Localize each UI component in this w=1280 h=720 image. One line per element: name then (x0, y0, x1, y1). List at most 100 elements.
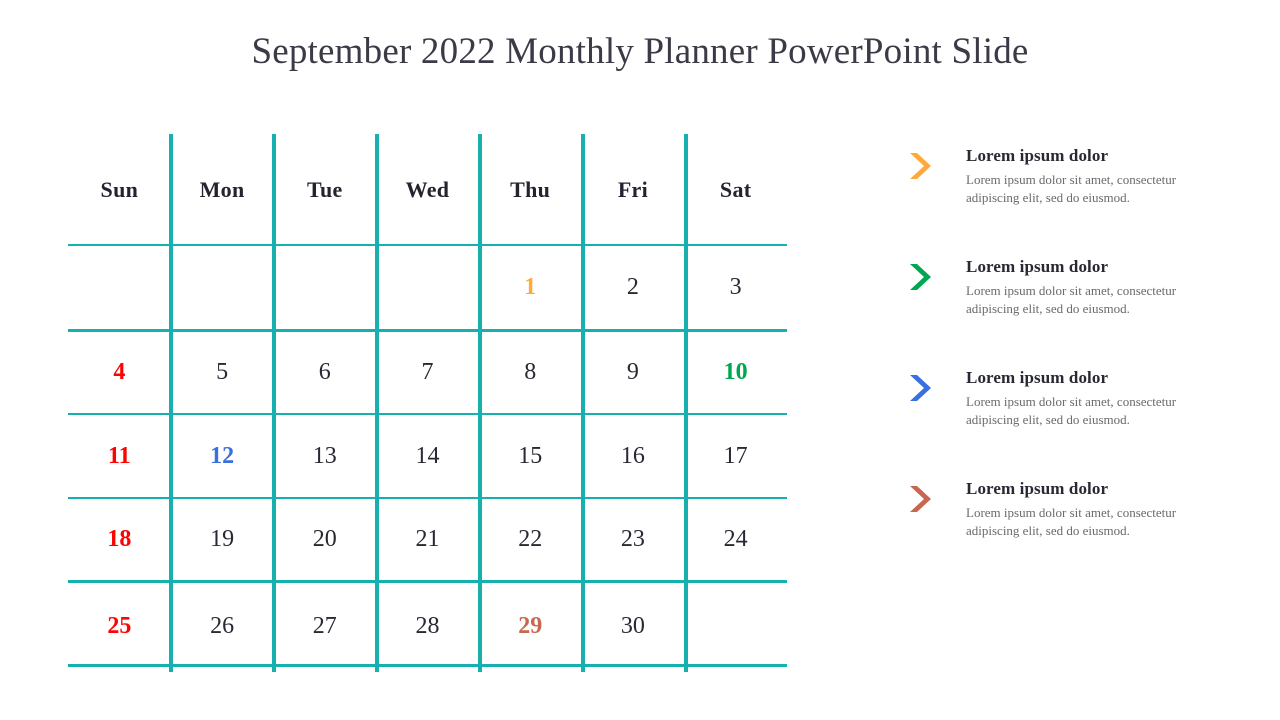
note-item[interactable]: Lorem ipsum dolor Lorem ipsum dolor sit … (903, 479, 1233, 551)
note-body: Lorem ipsum dolor sit amet, consectetur … (966, 505, 1177, 538)
calendar-day-cell[interactable]: 4 (68, 330, 171, 414)
note-item[interactable]: Lorem ipsum dolor Lorem ipsum dolor sit … (903, 146, 1233, 218)
calendar-day-cell[interactable] (273, 245, 376, 330)
monthly-calendar: Sun Mon Tue Wed Thu Fri Sat 1 2 3 4 5 6 … (68, 134, 787, 672)
day-number: 1 (524, 274, 537, 300)
note-item[interactable]: Lorem ipsum dolor Lorem ipsum dolor sit … (903, 257, 1233, 329)
calendar-day-cell[interactable]: 2 (582, 245, 685, 330)
note-title: Lorem ipsum dolor (966, 479, 1109, 498)
calendar-day-cell[interactable]: 21 (376, 498, 479, 581)
day-number: 2 (626, 274, 639, 300)
weekday-label: Sat (719, 176, 752, 202)
chevron-right-icon (908, 262, 934, 292)
calendar-header-wed: Wed (376, 134, 479, 245)
notes-list: Lorem ipsum dolor Lorem ipsum dolor sit … (903, 146, 1233, 551)
chevron-right-icon (908, 151, 934, 181)
day-number: 19 (210, 526, 235, 552)
day-number: 8 (524, 358, 537, 385)
weekday-label: Tue (307, 176, 343, 202)
day-number: 4 (113, 358, 126, 385)
calendar-day-cell[interactable]: 25 (68, 581, 171, 672)
calendar-day-cell[interactable]: 15 (479, 414, 582, 498)
calendar-day-cell[interactable]: 12 (171, 414, 274, 498)
weekday-label: Fri (617, 176, 649, 202)
note-body: Lorem ipsum dolor sit amet, consectetur … (966, 283, 1177, 316)
calendar-day-cell[interactable]: 14 (376, 414, 479, 498)
page-title: September 2022 Monthly Planner PowerPoin… (251, 31, 1029, 72)
note-title: Lorem ipsum dolor (966, 257, 1109, 276)
note-body: Lorem ipsum dolor sit amet, consectetur … (966, 172, 1177, 205)
calendar-day-cell[interactable]: 16 (582, 414, 685, 498)
calendar-day-cell[interactable]: 10 (684, 330, 787, 414)
calendar-day-cell[interactable]: 8 (479, 330, 582, 414)
calendar-day-cell[interactable]: 1 (479, 245, 582, 330)
day-number: 17 (723, 442, 748, 469)
calendar-day-cell[interactable]: 7 (376, 330, 479, 414)
weekday-label: Thu (510, 176, 551, 202)
day-number: 12 (210, 442, 235, 469)
calendar-day-cell[interactable] (171, 245, 274, 330)
calendar-day-cell[interactable] (68, 245, 171, 330)
day-number: 29 (518, 613, 543, 639)
weekday-label: Sun (100, 176, 139, 202)
weekday-label: Mon (199, 176, 245, 202)
calendar-day-cell[interactable]: 6 (273, 330, 376, 414)
calendar-header-fri: Fri (582, 134, 685, 245)
day-number: 22 (518, 526, 543, 552)
day-number: 16 (620, 442, 645, 469)
day-number: 10 (723, 358, 748, 385)
note-item[interactable]: Lorem ipsum dolor Lorem ipsum dolor sit … (903, 368, 1233, 440)
calendar-header-tue: Tue (273, 134, 376, 245)
day-number: 28 (415, 613, 440, 639)
calendar-grid: Sun Mon Tue Wed Thu Fri Sat 1 2 3 4 5 6 … (68, 134, 787, 672)
day-number: 30 (620, 613, 645, 639)
calendar-header-thu: Thu (479, 134, 582, 245)
calendar-day-cell[interactable]: 28 (376, 581, 479, 672)
calendar-day-cell[interactable]: 19 (171, 498, 274, 581)
calendar-day-cell[interactable]: 13 (273, 414, 376, 498)
note-title: Lorem ipsum dolor (966, 146, 1109, 165)
calendar-day-cell[interactable]: 30 (582, 581, 685, 672)
day-number: 26 (210, 613, 235, 639)
day-number: 5 (216, 358, 229, 385)
calendar-day-cell[interactable]: 22 (479, 498, 582, 581)
day-number: 24 (723, 526, 748, 552)
presentation-slide: September 2022 Monthly Planner PowerPoin… (0, 0, 1280, 720)
chevron-right-icon (908, 373, 934, 403)
calendar-header-sun: Sun (68, 134, 171, 245)
day-number: 7 (421, 358, 434, 385)
calendar-day-cell[interactable]: 29 (479, 581, 582, 672)
calendar-day-cell[interactable]: 26 (171, 581, 274, 672)
calendar-day-cell[interactable]: 20 (273, 498, 376, 581)
calendar-day-cell[interactable]: 23 (582, 498, 685, 581)
chevron-right-icon (908, 484, 934, 514)
calendar-day-cell[interactable]: 18 (68, 498, 171, 581)
day-number: 6 (318, 358, 331, 385)
calendar-day-cell[interactable]: 3 (684, 245, 787, 330)
calendar-day-cell[interactable] (684, 581, 787, 672)
day-number: 13 (312, 442, 337, 469)
day-number: 18 (107, 526, 132, 552)
day-number: 23 (620, 526, 645, 552)
calendar-header-sat: Sat (684, 134, 787, 245)
calendar-day-cell[interactable]: 9 (582, 330, 685, 414)
note-body: Lorem ipsum dolor sit amet, consectetur … (966, 394, 1177, 427)
calendar-day-cell[interactable]: 24 (684, 498, 787, 581)
note-title: Lorem ipsum dolor (966, 368, 1109, 387)
day-number: 3 (729, 274, 742, 300)
calendar-day-cell[interactable]: 17 (684, 414, 787, 498)
weekday-label: Wed (405, 176, 450, 202)
calendar-day-cell[interactable]: 27 (273, 581, 376, 672)
calendar-day-cell[interactable]: 11 (68, 414, 171, 498)
calendar-day-cell[interactable] (376, 245, 479, 330)
calendar-header-mon: Mon (171, 134, 274, 245)
day-number: 27 (312, 613, 337, 639)
day-number: 14 (415, 442, 440, 469)
day-number: 9 (626, 358, 639, 385)
day-number: 21 (415, 526, 440, 552)
day-number: 11 (108, 442, 131, 469)
day-number: 15 (518, 442, 543, 469)
calendar-day-cell[interactable]: 5 (171, 330, 274, 414)
day-number: 20 (312, 526, 337, 552)
day-number: 25 (107, 613, 132, 639)
